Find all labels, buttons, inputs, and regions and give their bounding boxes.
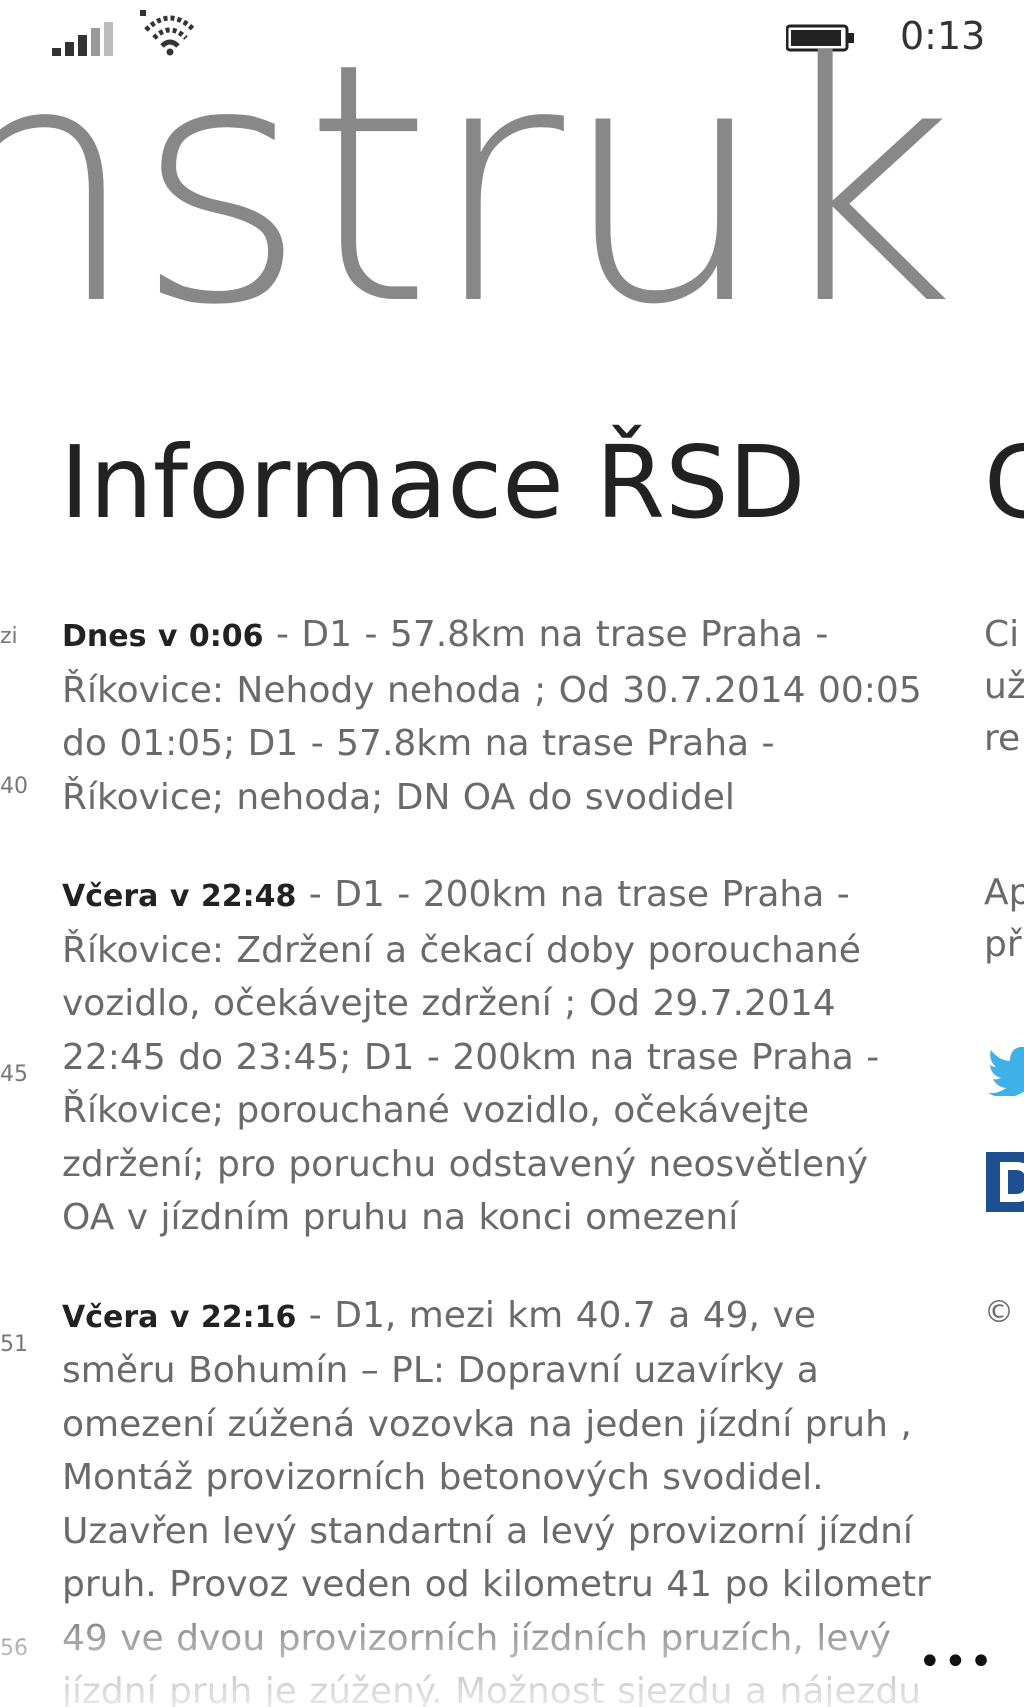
previous-section-fragment: zi	[0, 624, 18, 649]
news-text: Včera v 22:48 - D1 - 200km na trase Prah…	[62, 868, 932, 1245]
news-item[interactable]: Včera v 22:16 - D1, mezi km 40.7 a 49, v…	[62, 1289, 932, 1707]
previous-section-fragment: 55	[0, 600, 30, 606]
news-separator: -	[263, 614, 302, 655]
more-button[interactable]: •••	[918, 1642, 993, 1688]
next-section-fragment: Ci	[984, 614, 1020, 655]
next-section-sliver[interactable]: C Ci už re Ap př ©	[984, 428, 1024, 1707]
next-section-fragment: re	[984, 718, 1021, 759]
news-text: Včera v 22:16 - D1, mezi km 40.7 a 49, v…	[62, 1289, 932, 1707]
news-text: Dnes v 0:06 - D1 - 57.8km na trase Praha…	[62, 608, 932, 824]
next-section-fragment: už	[984, 666, 1024, 707]
next-section-fragment: př	[984, 924, 1022, 965]
news-item[interactable]: Včera v 22:48 - D1 - 200km na trase Prah…	[62, 868, 932, 1245]
news-time: Včera v 22:16	[62, 1299, 297, 1335]
news-time: Včera v 22:48	[62, 879, 297, 914]
next-section-title: C	[984, 428, 1024, 541]
previous-section-fragment: 51	[0, 1332, 28, 1357]
section-title: Informace ŘSD	[60, 424, 806, 541]
twitter-icon[interactable]	[988, 1046, 1024, 1096]
d-logo-icon[interactable]	[986, 1152, 1024, 1212]
previous-section-fragment: 56	[0, 1636, 28, 1661]
news-item[interactable]: Dnes v 0:06 - D1 - 57.8km na trase Praha…	[62, 608, 932, 824]
copyright-fragment: ©	[984, 1295, 1014, 1330]
news-list: Dnes v 0:06 - D1 - 57.8km na trase Praha…	[62, 608, 932, 1707]
previous-section-fragment: 40	[0, 774, 28, 799]
next-section-fragment: Ap	[984, 872, 1024, 913]
panorama-title: nstruk	[0, 0, 956, 377]
news-body: D1 - 200km na trase Praha - Říkovice: Zd…	[62, 874, 880, 1238]
news-time: Dnes v 0:06	[62, 619, 264, 654]
previous-section-fragment: 45	[0, 1062, 28, 1087]
news-separator: -	[296, 874, 335, 915]
news-separator: -	[296, 1294, 335, 1336]
panorama-page: 0:13 nstruk 55 zi 40 45 51 56 Informace …	[0, 0, 1024, 1707]
news-body: D1, mezi km 40.7 a 49, ve směru Bohumín …	[62, 1294, 931, 1707]
previous-section-sliver[interactable]: 55 zi 40 45 51 56	[0, 600, 30, 1707]
